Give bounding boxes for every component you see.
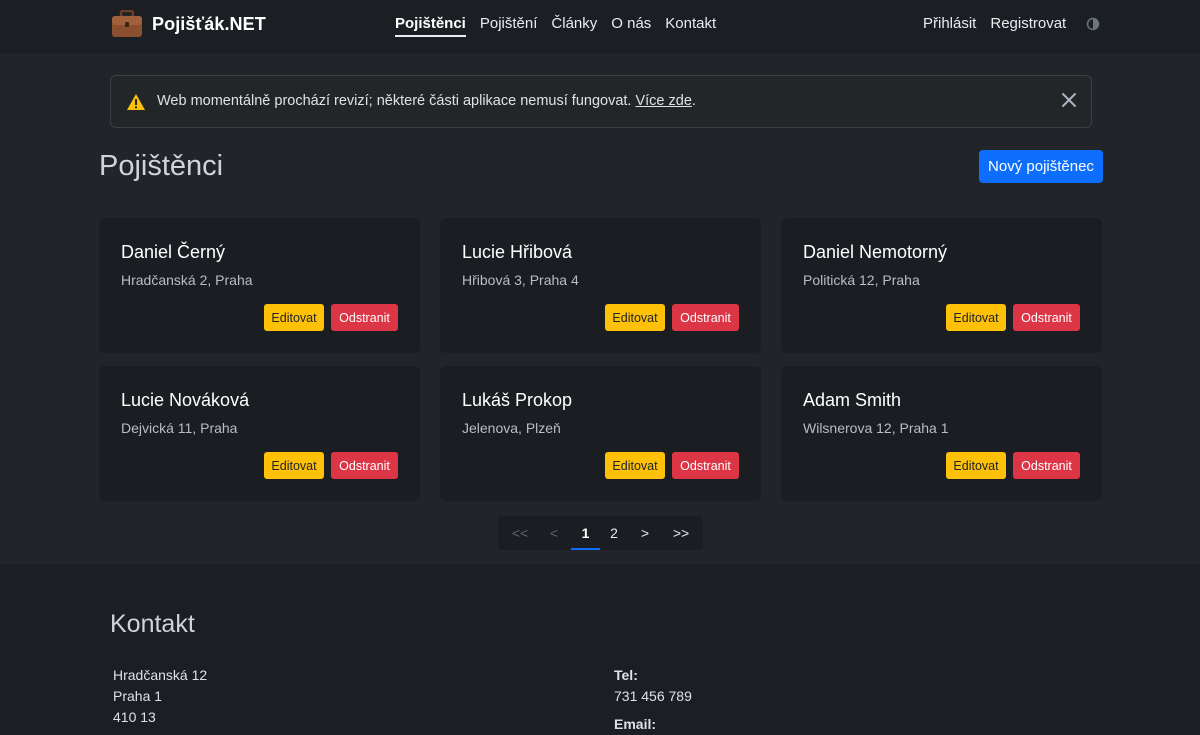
footer-address-street: Hradčanská 12 [113, 667, 208, 683]
card-address: Jelenova, Plzeň [462, 420, 561, 436]
insured-card: Lukáš Prokop Jelenova, Plzeň Editovat Od… [440, 366, 761, 501]
nav-link-pojisteni[interactable]: Pojištění [480, 15, 538, 32]
page-next[interactable]: > [635, 516, 655, 550]
edit-button[interactable]: Editovat [264, 304, 324, 331]
briefcase-icon [111, 9, 143, 38]
footer-title: Kontakt [110, 610, 195, 638]
nav-link-pojistenci[interactable]: Pojištěnci [395, 15, 466, 37]
contrast-icon[interactable] [1086, 17, 1100, 31]
alert-message: Web momentálně prochází revizí; některé … [157, 93, 696, 109]
auth-nav: Přihlásit Registrovat [923, 15, 1100, 32]
footer-phone[interactable]: 731 456 789 [614, 688, 692, 704]
page-prev[interactable]: < [544, 516, 564, 550]
card-address: Hradčanská 2, Praha [121, 272, 253, 288]
delete-button[interactable]: Odstranit [1013, 452, 1080, 479]
main-nav: Pojištěnci Pojištění Články O nás Kontak… [395, 15, 730, 37]
card-address: Hřibová 3, Praha 4 [462, 272, 579, 288]
insured-card: Adam Smith Wilsnerova 12, Praha 1 Editov… [781, 366, 1102, 501]
edit-button[interactable]: Editovat [946, 304, 1006, 331]
card-name[interactable]: Adam Smith [803, 390, 901, 411]
insured-card: Daniel Černý Hradčanská 2, Praha Editova… [99, 218, 420, 353]
card-address: Dejvická 11, Praha [121, 420, 238, 436]
page-last[interactable]: >> [667, 516, 695, 550]
navbar: Pojišťák.NET Pojištěnci Pojištění Články… [0, 0, 1200, 53]
footer-phone-label: Tel: [614, 667, 638, 683]
footer: Kontakt Hradčanská 12 Praha 1 410 13 Tel… [0, 564, 1200, 735]
edit-button[interactable]: Editovat [264, 452, 324, 479]
brand-name: Pojišťák.NET [152, 13, 266, 34]
delete-button[interactable]: Odstranit [1013, 304, 1080, 331]
delete-button[interactable]: Odstranit [672, 304, 739, 331]
insured-card: Lucie Hřibová Hřibová 3, Praha 4 Editova… [440, 218, 761, 353]
delete-button[interactable]: Odstranit [331, 304, 398, 331]
delete-button[interactable]: Odstranit [331, 452, 398, 479]
page-2[interactable]: 2 [604, 516, 624, 550]
alert-suffix: . [691, 93, 696, 109]
footer-email-label: Email: [614, 716, 657, 732]
revision-alert: Web momentálně prochází revizí; některé … [110, 75, 1092, 128]
register-link[interactable]: Registrovat [990, 15, 1066, 32]
card-address: Politická 12, Praha [803, 272, 920, 288]
insured-card: Daniel Nemotorný Politická 12, Praha Edi… [781, 218, 1102, 353]
warning-icon [126, 93, 146, 111]
page-title: Pojištěnci [99, 150, 224, 182]
card-name[interactable]: Lucie Nováková [121, 390, 249, 411]
page-first[interactable]: << [506, 516, 534, 550]
new-insured-button[interactable]: Nový pojištěnec [979, 150, 1103, 183]
close-icon[interactable] [1061, 92, 1077, 108]
card-address: Wilsnerova 12, Praha 1 [803, 420, 949, 436]
alert-more-link[interactable]: Více zde [635, 93, 691, 109]
alert-text: Web momentálně prochází revizí; některé … [157, 93, 632, 109]
insured-card: Lucie Nováková Dejvická 11, Praha Editov… [99, 366, 420, 501]
brand[interactable]: Pojišťák.NET [111, 9, 266, 38]
nav-link-o-nas[interactable]: O nás [611, 15, 651, 32]
edit-button[interactable]: Editovat [946, 452, 1006, 479]
card-name[interactable]: Daniel Černý [121, 242, 225, 263]
card-name[interactable]: Daniel Nemotorný [803, 242, 947, 263]
footer-address-city: Praha 1 [113, 688, 163, 704]
edit-button[interactable]: Editovat [605, 452, 665, 479]
edit-button[interactable]: Editovat [605, 304, 665, 331]
nav-link-clanky[interactable]: Články [551, 15, 597, 32]
nav-link-kontakt[interactable]: Kontakt [665, 15, 716, 32]
page-1[interactable]: 1 [571, 516, 600, 550]
footer-address-zip: 410 13 [113, 709, 156, 725]
delete-button[interactable]: Odstranit [672, 452, 739, 479]
card-name[interactable]: Lucie Hřibová [462, 242, 572, 263]
login-link[interactable]: Přihlásit [923, 15, 976, 32]
pagination: << < 1 2 > >> [498, 516, 703, 550]
card-name[interactable]: Lukáš Prokop [462, 390, 572, 411]
